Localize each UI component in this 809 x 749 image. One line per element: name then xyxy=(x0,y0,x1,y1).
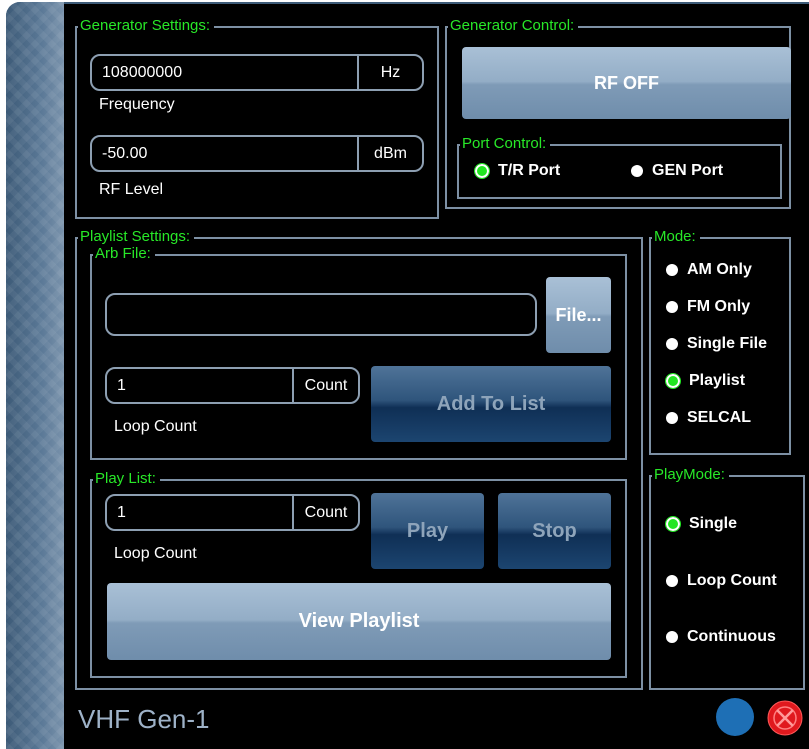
mode-option-playlist[interactable]: Playlist xyxy=(665,372,746,390)
playlist-loop-count-value[interactable]: 1 xyxy=(117,496,126,529)
playlist-loop-count-label: Loop Count xyxy=(114,545,197,562)
radio-selected-icon xyxy=(665,516,681,532)
playmode-option-loop-count-label: Loop Count xyxy=(687,572,777,589)
rf-level-unit: dBm xyxy=(357,137,422,170)
file-browse-button[interactable]: File... xyxy=(546,277,611,353)
rf-level-field[interactable]: -50.00 dBm xyxy=(90,135,424,172)
radio-unselected-icon xyxy=(666,412,678,424)
frequency-value[interactable]: 108000000 xyxy=(102,56,182,89)
play-button[interactable]: Play xyxy=(371,493,484,569)
play-list-title: Play List: xyxy=(93,470,160,488)
port-option-tr[interactable]: T/R Port xyxy=(474,162,561,180)
mode-option-am-only-label: AM Only xyxy=(687,261,752,278)
port-control-title: Port Control: xyxy=(460,135,551,153)
mode-option-fm-only[interactable]: FM Only xyxy=(666,298,750,316)
playmode-option-single-label: Single xyxy=(689,515,738,532)
arb-loop-count-field[interactable]: 1 Count xyxy=(105,367,360,404)
radio-unselected-icon xyxy=(666,575,678,587)
playmode-title: PlayMode: xyxy=(652,466,729,484)
window-sidebar xyxy=(6,2,64,749)
rf-level-label: RF Level xyxy=(99,181,164,198)
mode-option-selcal-label: SELCAL xyxy=(687,409,751,426)
rf-level-value[interactable]: -50.00 xyxy=(102,137,147,170)
arb-loop-count-value[interactable]: 1 xyxy=(117,369,126,402)
arb-file-path-input[interactable] xyxy=(105,293,537,336)
radio-unselected-icon xyxy=(666,631,678,643)
mode-option-playlist-label: Playlist xyxy=(689,372,746,389)
close-x-icon[interactable] xyxy=(767,700,803,736)
generator-control-title: Generator Control: xyxy=(448,17,579,35)
rf-toggle-button[interactable]: RF OFF xyxy=(462,47,791,119)
add-to-list-button[interactable]: Add To List xyxy=(371,366,611,442)
mode-option-fm-only-label: FM Only xyxy=(687,298,751,315)
frequency-unit: Hz xyxy=(357,56,422,89)
playlist-loop-count-field[interactable]: 1 Count xyxy=(105,494,360,531)
port-option-tr-label: T/R Port xyxy=(498,162,561,179)
view-playlist-button[interactable]: View Playlist xyxy=(107,583,611,660)
radio-unselected-icon xyxy=(631,165,643,177)
frequency-field[interactable]: 108000000 Hz xyxy=(90,54,424,91)
mode-option-single-file-label: Single File xyxy=(687,335,768,352)
window-title: VHF Gen-1 xyxy=(78,704,210,734)
playmode-option-single[interactable]: Single xyxy=(665,515,738,533)
playlist-loop-count-unit: Count xyxy=(292,496,358,529)
frequency-label: Frequency xyxy=(99,96,175,113)
radio-unselected-icon xyxy=(666,338,678,350)
playmode-option-continuous-label: Continuous xyxy=(687,628,776,645)
arb-loop-count-unit: Count xyxy=(292,369,358,402)
arb-file-title: Arb File: xyxy=(93,245,155,263)
mode-title: Mode: xyxy=(652,228,700,246)
status-circle-icon[interactable] xyxy=(716,698,754,736)
arb-loop-count-label: Loop Count xyxy=(114,418,197,435)
generator-settings-title: Generator Settings: xyxy=(78,17,215,35)
mode-option-single-file[interactable]: Single File xyxy=(666,335,767,353)
main-panel: Generator Settings: 108000000 Hz Frequen… xyxy=(64,4,809,749)
mode-option-selcal[interactable]: SELCAL xyxy=(666,409,751,427)
playmode-option-loop-count[interactable]: Loop Count xyxy=(666,572,777,590)
port-option-gen-label: GEN Port xyxy=(652,162,724,179)
port-option-gen[interactable]: GEN Port xyxy=(631,162,723,180)
radio-unselected-icon xyxy=(666,301,678,313)
mode-option-am-only[interactable]: AM Only xyxy=(666,261,752,279)
radio-unselected-icon xyxy=(666,264,678,276)
playmode-option-continuous[interactable]: Continuous xyxy=(666,628,776,646)
radio-selected-icon xyxy=(474,163,490,179)
playlist-settings-title: Playlist Settings: xyxy=(78,228,195,246)
radio-selected-icon xyxy=(665,373,681,389)
stop-button[interactable]: Stop xyxy=(498,493,611,569)
